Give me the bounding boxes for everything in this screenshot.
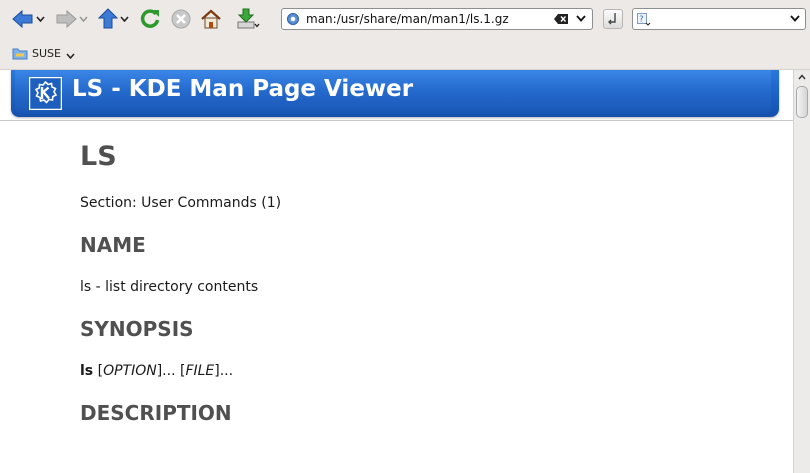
synopsis-option-arg: OPTION	[103, 363, 157, 379]
scroll-up-arrow-icon[interactable]	[798, 74, 806, 80]
section-line: Section: User Commands (1)	[80, 195, 282, 211]
back-button[interactable]	[12, 7, 45, 31]
save-button[interactable]	[236, 7, 260, 31]
main-toolbar: man:/usr/share/man/man1/ls.1.gz ?	[0, 0, 810, 38]
page-title: LS	[80, 141, 117, 172]
vertical-scrollbar[interactable]	[793, 70, 810, 473]
bookmark-suse[interactable]: SUSE	[12, 44, 61, 62]
synopsis-line: ls [OPTION]... [FILE]...	[80, 363, 233, 379]
stop-icon	[171, 9, 191, 29]
synopsis-command: ls	[80, 363, 94, 379]
up-arrow-icon	[98, 8, 118, 29]
chevron-down-icon[interactable]	[120, 16, 129, 22]
name-text: ls - list directory contents	[80, 279, 259, 295]
location-url[interactable]: man:/usr/share/man/man1/ls.1.gz	[306, 12, 509, 26]
synopsis-file-arg: FILE	[185, 363, 215, 379]
chevron-down-icon[interactable]	[79, 16, 88, 22]
synopsis-heading: SYNOPSIS	[80, 317, 194, 341]
forward-button[interactable]	[55, 7, 88, 31]
chevron-down-icon[interactable]	[36, 16, 45, 22]
home-icon	[201, 9, 221, 29]
bookmark-label: SUSE	[32, 46, 61, 60]
kde-logo-icon	[29, 77, 62, 110]
synopsis-bracket-open: [	[93, 363, 104, 379]
download-icon	[237, 8, 260, 29]
page-content: LS - KDE Man Page Viewer LS Section: Use…	[0, 70, 793, 473]
clear-location-icon[interactable]	[554, 13, 569, 25]
folder-icon	[12, 48, 28, 60]
bookmark-more-chevron-icon[interactable]	[66, 53, 75, 59]
name-heading: NAME	[80, 233, 146, 257]
page-banner: LS - KDE Man Page Viewer	[11, 70, 779, 117]
go-button[interactable]	[603, 9, 623, 29]
location-bar[interactable]: man:/usr/share/man/man1/ls.1.gz	[281, 8, 593, 30]
svg-text:?: ?	[639, 15, 643, 24]
synopsis-bracket-mid: ]... [	[156, 363, 186, 379]
banner-divider	[0, 120, 793, 121]
page-favicon-icon	[287, 13, 299, 25]
web-search-field[interactable]: ?	[632, 8, 806, 30]
reload-button[interactable]	[139, 7, 161, 31]
bookmark-toolbar	[0, 38, 810, 70]
go-arrow-icon	[608, 13, 616, 25]
back-arrow-icon	[12, 9, 33, 29]
up-button[interactable]	[98, 7, 129, 31]
forward-arrow-icon	[56, 9, 77, 29]
search-provider-icon[interactable]: ?	[637, 13, 651, 26]
scrollbar-thumb[interactable]	[796, 86, 808, 118]
search-history-chevron-icon[interactable]	[790, 15, 800, 22]
location-history-chevron-icon[interactable]	[576, 15, 586, 22]
stop-button[interactable]	[170, 7, 192, 31]
reload-icon	[140, 9, 160, 28]
home-button[interactable]	[200, 7, 222, 31]
synopsis-bracket-close: ]...	[214, 363, 234, 379]
description-heading: DESCRIPTION	[80, 401, 232, 425]
banner-title: LS - KDE Man Page Viewer	[72, 76, 414, 102]
